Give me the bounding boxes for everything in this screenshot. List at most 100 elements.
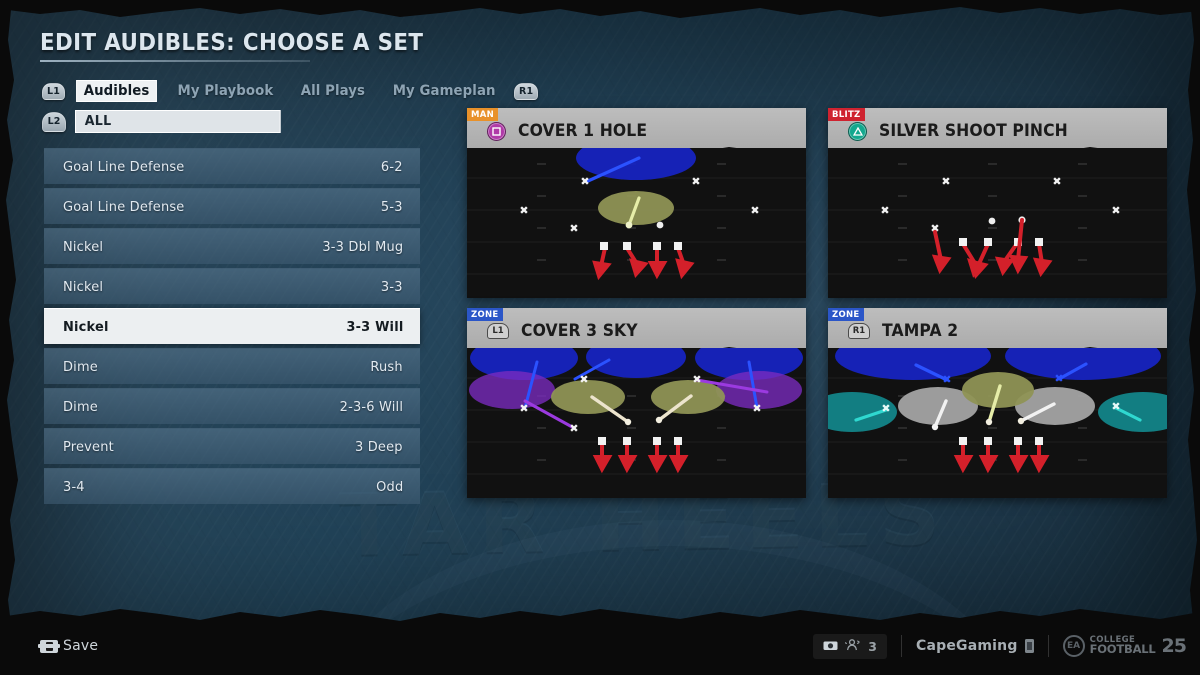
filter-input[interactable]: ALL [75, 110, 281, 133]
category-badge-zone: ZONE [467, 308, 503, 321]
r1-bumper-icon[interactable]: R1 [848, 323, 870, 339]
category-badge-zone: ZONE [828, 308, 864, 321]
tab-audibles[interactable]: Audibles [76, 80, 158, 102]
camera-icon [823, 639, 838, 654]
ea-mark-icon: EA [1062, 635, 1085, 657]
ps-triangle-button-icon[interactable] [848, 121, 867, 141]
title-underline [40, 60, 310, 62]
svg-text:✖: ✖ [579, 373, 588, 386]
bottom-bar: Save 3 CapeGaming EA COLLEGE FOOTBALL 25 [0, 617, 1200, 675]
play-diagram-cover-3-sky: ✖ ✖ ✖ ✖ ✖ [467, 348, 806, 498]
ea-college-football-25-logo: EA COLLEGE FOOTBALL 25 [1062, 635, 1187, 657]
gamertag[interactable]: CapeGaming [916, 638, 1034, 654]
filter-row: L2 ALL [42, 110, 287, 133]
svg-text:✖: ✖ [881, 402, 890, 415]
l2-trigger-icon[interactable]: L2 [42, 111, 66, 132]
formation-name: 3-4 [63, 478, 85, 495]
l1-bumper-icon[interactable]: L1 [42, 82, 66, 100]
play-card-cover-3-sky[interactable]: ZONE L1 COVER 3 SKY ✖ ✖ ✖ ✖ ✖ [467, 308, 806, 498]
formation-name: Nickel [63, 318, 109, 335]
touchpad-button-icon [38, 639, 60, 653]
play-card-title: COVER 3 SKY [521, 321, 638, 341]
divider [1047, 635, 1049, 657]
formation-value: 3 Deep [355, 438, 403, 455]
formation-name: Goal Line Defense [63, 198, 185, 215]
svg-text:✖: ✖ [691, 175, 700, 188]
svg-text:✖: ✖ [942, 373, 951, 386]
tab-my-gameplan[interactable]: My Gameplan [386, 80, 502, 102]
tab-my-playbook[interactable]: My Playbook [171, 80, 280, 102]
formation-value: 2-3-6 Will [339, 398, 403, 415]
formation-row[interactable]: 3-4 Odd [44, 468, 420, 504]
svg-text:✖: ✖ [519, 402, 528, 415]
tab-all-plays[interactable]: All Plays [294, 80, 372, 102]
category-badge-man: MAN [467, 108, 499, 121]
brand-year: 25 [1161, 635, 1187, 657]
svg-text:✖: ✖ [941, 175, 950, 188]
formation-value: Rush [370, 358, 403, 375]
status-cluster: 3 CapeGaming EA COLLEGE FOOTBALL 25 [813, 633, 1187, 659]
svg-text:✖: ✖ [1052, 175, 1061, 188]
page-title: EDIT AUDIBLES: CHOOSE A SET [40, 30, 424, 56]
formation-row[interactable]: Prevent 3 Deep [44, 428, 420, 464]
svg-text:✖: ✖ [752, 402, 761, 415]
play-card-tampa-2[interactable]: ZONE R1 TAMPA 2 ✖ ✖ ✖ ✖ [828, 308, 1167, 498]
svg-text:✖: ✖ [569, 222, 578, 235]
r1-bumper-icon[interactable]: R1 [514, 82, 539, 100]
formation-row[interactable]: Nickel 3-3 [44, 268, 420, 304]
play-diagram-silver-shoot-pinch: ✖ ✖ ✖ ✖ ✖ [828, 148, 1167, 298]
play-diagram-tampa-2: ✖ ✖ ✖ ✖ [828, 348, 1167, 498]
play-card-cover-1-hole[interactable]: MAN COVER 1 HOLE ✖ ✖ ✖ ✖ ✖ [467, 108, 806, 298]
brand-wordmark: COLLEGE FOOTBALL [1089, 636, 1156, 656]
formation-row-selected[interactable]: Nickel 3-3 Will [44, 308, 420, 344]
svg-text:✖: ✖ [580, 175, 589, 188]
formation-value: 3-3 Will [345, 318, 403, 335]
save-button-label: Save [63, 638, 99, 654]
formation-row[interactable]: Goal Line Defense 6-2 [44, 148, 420, 184]
svg-text:✖: ✖ [1054, 372, 1063, 385]
formation-row[interactable]: Nickel 3-3 Dbl Mug [44, 228, 420, 264]
formation-row[interactable]: Dime Rush [44, 348, 420, 384]
svg-text:✖: ✖ [880, 204, 889, 217]
battery-icon [1024, 639, 1034, 653]
l1-bumper-icon[interactable]: L1 [487, 323, 509, 339]
formation-row[interactable]: Dime 2-3-6 Will [44, 388, 420, 424]
svg-text:✖: ✖ [519, 204, 528, 217]
formation-row[interactable]: Goal Line Defense 5-3 [44, 188, 420, 224]
formation-value: 6-2 [381, 158, 403, 175]
formation-value: 3-3 [381, 278, 403, 295]
formation-value: 3-3 Dbl Mug [322, 238, 403, 255]
brand-line-football: FOOTBALL [1089, 641, 1156, 656]
formation-value: 5-3 [381, 198, 403, 215]
ps-square-button-icon[interactable] [487, 121, 506, 141]
tab-bar: L1 Audibles My Playbook All Plays My Gam… [42, 80, 539, 102]
svg-text:✖: ✖ [1111, 400, 1120, 413]
play-card-silver-shoot-pinch[interactable]: BLITZ SILVER SHOOT PINCH ✖ ✖ ✖ ✖ ✖ [828, 108, 1167, 298]
formation-name: Dime [63, 398, 98, 415]
svg-text:✖: ✖ [1111, 204, 1120, 217]
formation-list: Goal Line Defense 6-2 Goal Line Defense … [44, 148, 420, 504]
torn-edge-right [1187, 0, 1200, 675]
play-card-grid: MAN COVER 1 HOLE ✖ ✖ ✖ ✖ ✖ BLITZ SILVER … [467, 108, 1167, 498]
save-button[interactable]: Save [38, 638, 99, 654]
friends-icon [844, 638, 861, 654]
formation-name: Nickel [63, 238, 104, 255]
svg-text:✖: ✖ [569, 422, 578, 435]
session-chip[interactable]: 3 [813, 633, 887, 659]
formation-name: Nickel [63, 278, 104, 295]
torn-edge-left [0, 0, 18, 675]
friends-count: 3 [868, 638, 877, 654]
svg-text:✖: ✖ [692, 373, 701, 386]
gamertag-label: CapeGaming [916, 638, 1018, 654]
svg-text:✖: ✖ [750, 204, 759, 217]
play-card-title: TAMPA 2 [882, 321, 959, 341]
formation-name: Goal Line Defense [63, 158, 185, 175]
torn-edge-top [0, 0, 1200, 18]
play-diagram-cover-1-hole: ✖ ✖ ✖ ✖ ✖ [467, 148, 806, 298]
category-badge-blitz: BLITZ [828, 108, 865, 121]
formation-value: Odd [375, 478, 403, 495]
play-card-title: SILVER SHOOT PINCH [879, 121, 1068, 141]
edit-audibles-screen: TAR HEELS EDIT AUDIBLES: CHOOSE A SET L1… [0, 0, 1200, 675]
formation-name: Prevent [63, 438, 114, 455]
formation-name: Dime [63, 358, 98, 375]
